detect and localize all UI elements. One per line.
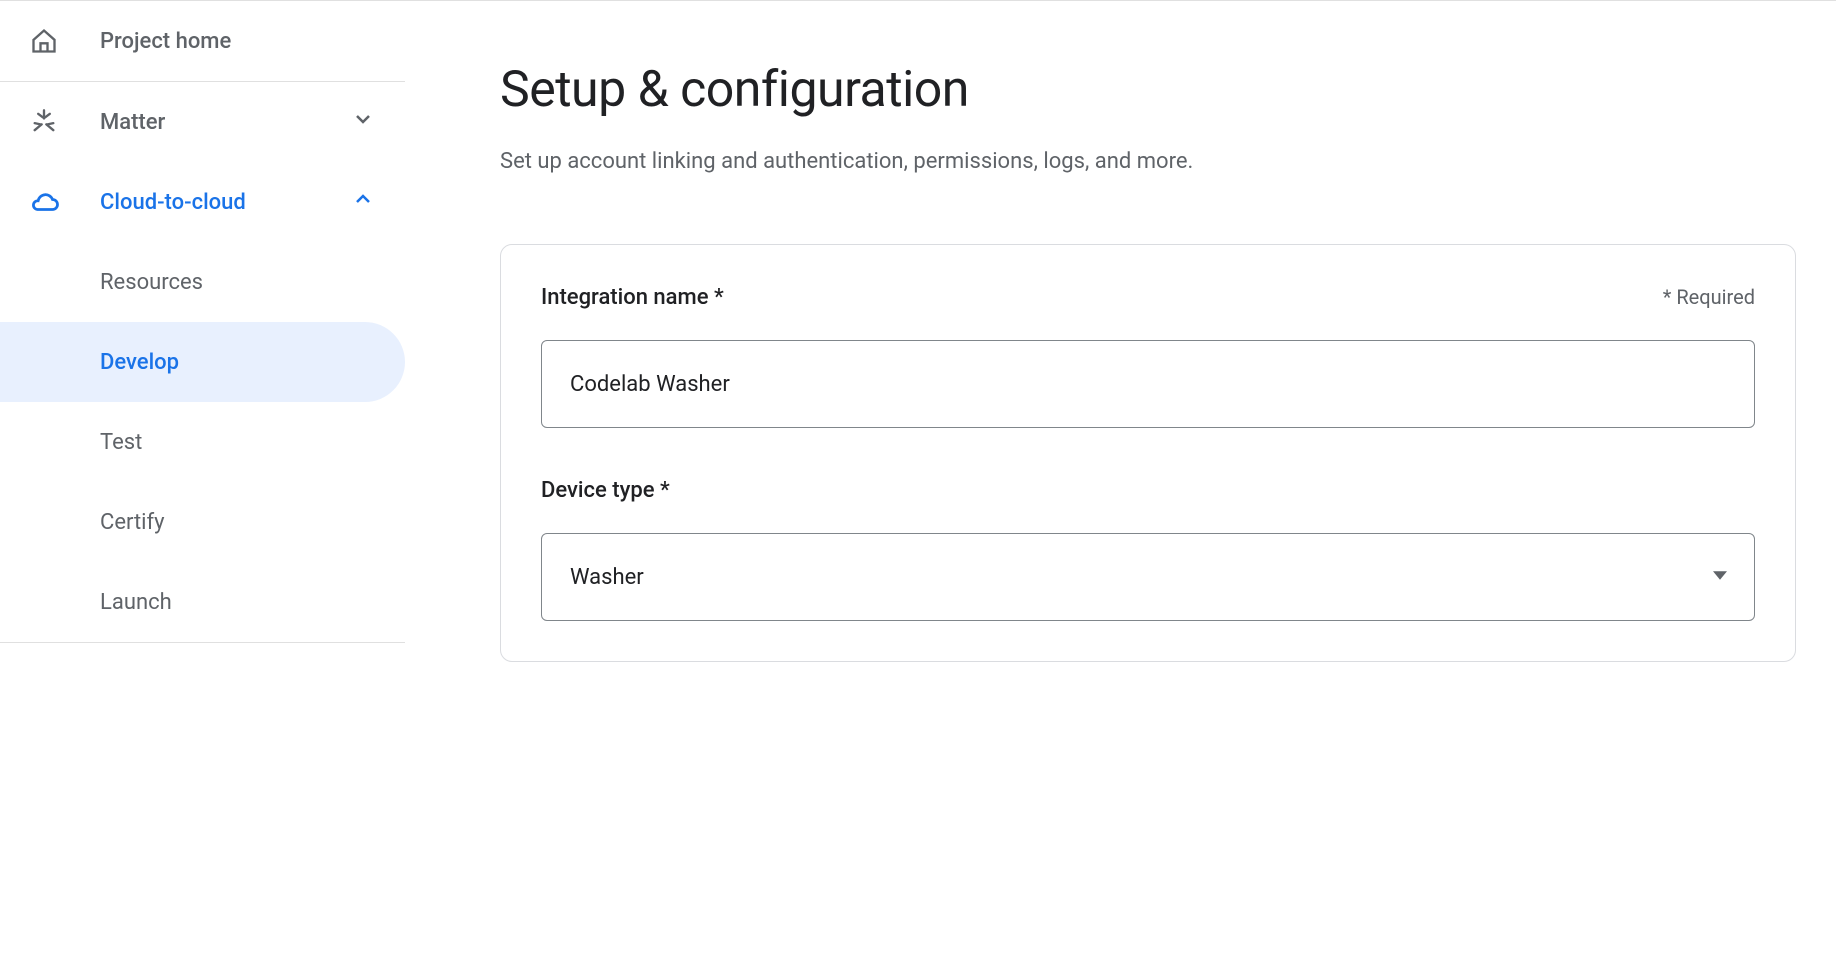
cloud-icon: [30, 187, 100, 217]
chevron-down-icon: [351, 107, 375, 137]
device-type-select[interactable]: Washer: [541, 533, 1755, 621]
subnav-test-label: Test: [100, 430, 142, 455]
subnav-certify-label: Certify: [100, 510, 165, 535]
subnav-certify[interactable]: Certify: [0, 482, 405, 562]
device-type-value: Washer: [570, 565, 644, 590]
nav-project-home[interactable]: Project home: [0, 1, 405, 81]
subnav-launch-label: Launch: [100, 590, 172, 615]
page-title: Setup & configuration: [500, 61, 1796, 119]
subnav-launch[interactable]: Launch: [0, 562, 405, 642]
sidebar: Project home Matter: [0, 1, 405, 968]
subnav-test[interactable]: Test: [0, 402, 405, 482]
home-icon: [30, 27, 100, 55]
integration-name-label: Integration name *: [541, 285, 724, 310]
nav-cloud-to-cloud-label: Cloud-to-cloud: [100, 190, 351, 215]
page-subtitle: Set up account linking and authenticatio…: [500, 149, 1796, 174]
device-type-label: Device type *: [541, 478, 670, 503]
subnav-resources-label: Resources: [100, 270, 203, 295]
nav-matter[interactable]: Matter: [0, 82, 405, 162]
chevron-up-icon: [351, 187, 375, 217]
main-content: Setup & configuration Set up account lin…: [405, 1, 1836, 968]
nav-cloud-to-cloud[interactable]: Cloud-to-cloud: [0, 162, 405, 242]
nav-project-home-label: Project home: [100, 29, 375, 54]
cloud-to-cloud-subnav: Resources Develop Test Certify Launch: [0, 242, 405, 642]
device-type-group: Device type * Washer: [541, 478, 1755, 621]
subnav-resources[interactable]: Resources: [0, 242, 405, 322]
nav-matter-label: Matter: [100, 110, 351, 135]
integration-name-group: Integration name * * Required: [541, 285, 1755, 428]
required-note: * Required: [1663, 285, 1755, 309]
matter-icon: [30, 108, 100, 136]
integration-name-input[interactable]: [541, 340, 1755, 428]
config-card: Integration name * * Required Device typ…: [500, 244, 1796, 662]
subnav-develop[interactable]: Develop: [0, 322, 405, 402]
subnav-develop-label: Develop: [100, 350, 179, 375]
